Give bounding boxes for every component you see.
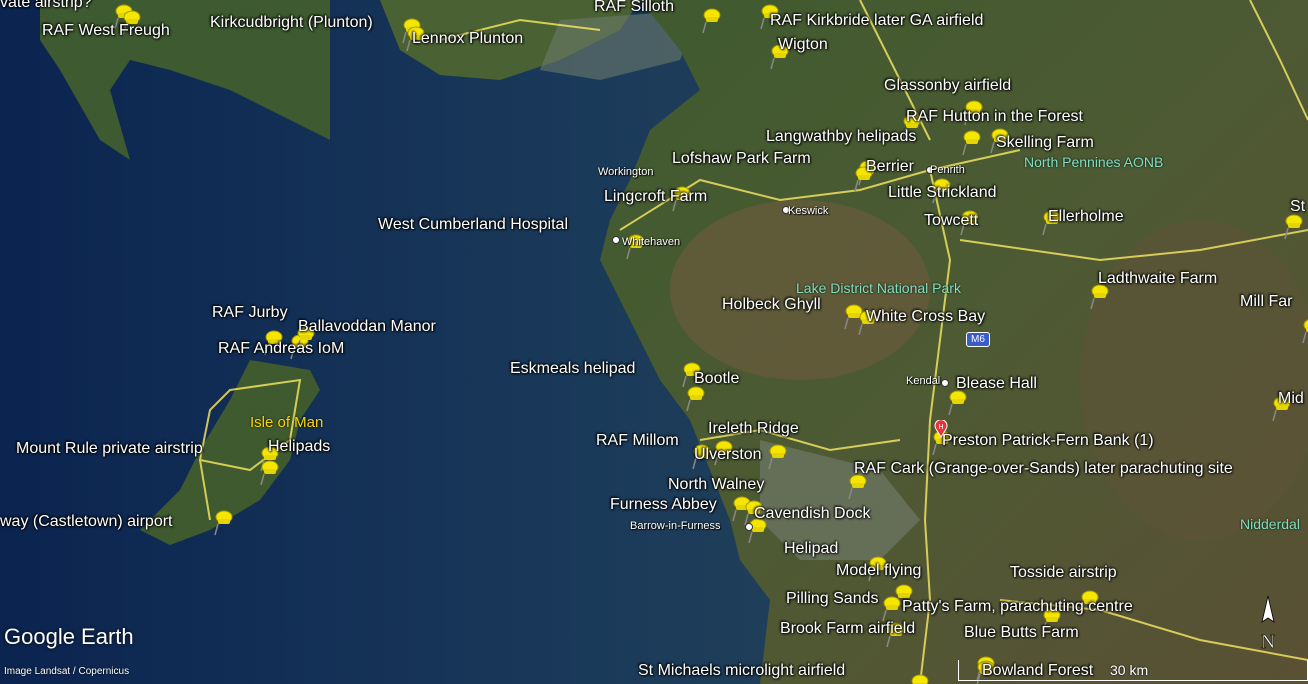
placemark-label[interactable]: Mount Rule private airstrip bbox=[16, 440, 203, 458]
placemark-label[interactable]: Cavendish Dock bbox=[754, 505, 871, 523]
placemark-label[interactable]: RAF Cark (Grange-over-Sands) later parac… bbox=[854, 460, 1233, 478]
town-label: Keswick bbox=[788, 205, 829, 217]
placemark-pin-icon[interactable] bbox=[258, 460, 280, 486]
hospital-marker-icon[interactable]: H bbox=[934, 419, 948, 438]
placemark-label[interactable]: Mill Far bbox=[1240, 293, 1292, 311]
placemark-label[interactable]: Mid bbox=[1278, 390, 1304, 408]
town-label: Kendal bbox=[906, 375, 941, 387]
placemark-label[interactable]: Helipads bbox=[268, 438, 330, 456]
town-dot-icon bbox=[612, 236, 620, 244]
placemark-label[interactable]: Holbeck Ghyll bbox=[722, 296, 821, 314]
placemark-label[interactable]: Ladthwaite Farm bbox=[1098, 270, 1217, 288]
town-dot-icon bbox=[745, 523, 753, 531]
placemark-label[interactable]: Little Strickland bbox=[888, 184, 997, 202]
placemark-label[interactable]: Pilling Sands bbox=[786, 590, 879, 608]
placemark-label[interactable]: Kirkcudbright (Plunton) bbox=[210, 14, 373, 32]
town-label: Whitehaven bbox=[622, 236, 681, 248]
placemark-label[interactable]: RAF Jurby bbox=[212, 304, 288, 322]
placemark-label[interactable]: Brook Farm airfield bbox=[780, 620, 915, 638]
placemark-label[interactable]: Towcett bbox=[924, 212, 978, 230]
placemark-label[interactable]: vate airstrip? bbox=[0, 0, 92, 12]
placemark-pin-icon[interactable] bbox=[684, 386, 706, 412]
town-dot-icon bbox=[941, 379, 949, 387]
placemark-label[interactable]: West Cumberland Hospital bbox=[378, 216, 568, 234]
map-canvas[interactable]: RAF West Freugh Kirkcudbright (Plunton) Le… bbox=[0, 0, 1308, 684]
imagery-credit: Image Landsat / Copernicus bbox=[4, 666, 130, 677]
scale-bar-label: 30 km bbox=[1110, 662, 1149, 678]
placemark-label[interactable]: RAF Silloth bbox=[594, 0, 674, 16]
placemark-label[interactable]: RAF Andreas IoM bbox=[218, 340, 344, 358]
placemark-label[interactable]: Blue Butts Farm bbox=[964, 624, 1079, 642]
google-earth-logo: Google Earth bbox=[4, 624, 134, 649]
placemark-pin-icon[interactable] bbox=[212, 510, 234, 536]
town-label: Penrith bbox=[930, 164, 965, 176]
placemark-label[interactable]: Ballavoddan Manor bbox=[298, 318, 436, 336]
placemark-label[interactable]: Eskmeals helipad bbox=[510, 360, 635, 378]
placemark-label[interactable]: White Cross Bay bbox=[866, 308, 985, 326]
placemark-pin-icon[interactable] bbox=[700, 8, 722, 34]
region-label: North Pennines AONB bbox=[1024, 154, 1164, 170]
placemark-label[interactable]: Lennox Plunton bbox=[412, 30, 523, 48]
placemark-label[interactable]: Lofshaw Park Farm bbox=[672, 150, 811, 168]
placemark-pin-icon[interactable] bbox=[1282, 214, 1304, 240]
placemark-label[interactable]: Ulverston bbox=[694, 446, 762, 464]
placemark-label[interactable]: Ireleth Ridge bbox=[708, 420, 799, 438]
placemark-label[interactable]: RAF Kirkbride later GA airfield bbox=[770, 12, 983, 30]
island-label-isle-of-man: Isle of Man bbox=[250, 414, 324, 431]
placemark-label[interactable]: way (Castletown) airport bbox=[0, 513, 173, 531]
motorway-shield-m6: M6 bbox=[966, 332, 990, 347]
placemark-label[interactable]: RAF West Freugh bbox=[42, 22, 170, 40]
placemark-label[interactable]: Glassonby airfield bbox=[884, 77, 1011, 95]
placemark-pin-icon[interactable] bbox=[880, 596, 902, 622]
placemark-pin-icon[interactable] bbox=[946, 390, 968, 416]
placemark-pin-icon[interactable] bbox=[908, 674, 930, 684]
placemark-label[interactable]: RAF Millom bbox=[596, 432, 679, 450]
placemark-label[interactable]: Model flying bbox=[836, 562, 921, 580]
placemark-label[interactable]: Skelling Farm bbox=[996, 134, 1094, 152]
placemark-label[interactable]: North Walney bbox=[668, 476, 764, 494]
placemark-label[interactable]: RAF Hutton in the Forest bbox=[906, 108, 1083, 126]
placemark-pin-icon[interactable] bbox=[960, 130, 982, 156]
placemark-label[interactable]: Bootle bbox=[694, 370, 739, 388]
town-label: Barrow-in-Furness bbox=[630, 520, 721, 532]
svg-text:H: H bbox=[938, 424, 943, 431]
compass-label: N bbox=[1261, 631, 1275, 653]
placemark-label[interactable]: Lingcroft Farm bbox=[604, 188, 707, 206]
placemark-label[interactable]: Langwathby helipads bbox=[766, 128, 916, 146]
placemark-label[interactable]: St bbox=[1290, 198, 1305, 216]
placemark-label[interactable]: Wigton bbox=[778, 36, 828, 54]
region-label: Lake District National Park bbox=[796, 280, 961, 296]
placemark-label[interactable]: Furness Abbey bbox=[610, 496, 717, 514]
town-label: Workington bbox=[598, 166, 654, 178]
placemark-label[interactable]: St Michaels microlight airfield bbox=[638, 662, 845, 680]
region-label: Nidderdal bbox=[1240, 516, 1300, 532]
placemark-pin-icon[interactable] bbox=[766, 444, 788, 470]
placemark-label[interactable]: Blease Hall bbox=[956, 375, 1037, 393]
placemark-label[interactable]: Berrier bbox=[866, 158, 914, 176]
placemark-label[interactable]: Tosside airstrip bbox=[1010, 564, 1117, 582]
placemark-pin-icon[interactable] bbox=[1300, 318, 1308, 344]
placemark-label[interactable]: Preston Patrick-Fern Bank (1) bbox=[942, 432, 1154, 450]
placemark-label[interactable]: Patty's Farm, parachuting centre bbox=[902, 598, 1133, 616]
placemark-label[interactable]: Helipad bbox=[784, 540, 838, 558]
placemark-label[interactable]: Ellerholme bbox=[1048, 208, 1124, 226]
compass-north-icon[interactable]: N bbox=[1250, 594, 1286, 654]
